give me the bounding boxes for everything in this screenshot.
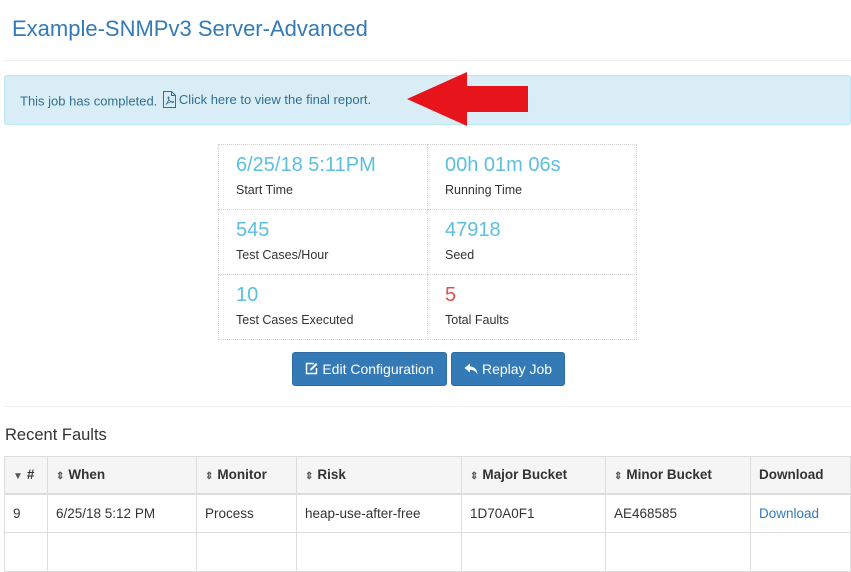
stat-value: 00h 01m 06s	[445, 154, 561, 176]
sort-icon: ⇕	[56, 471, 65, 483]
table-header-row: ▼ # ⇕ When ⇕ Monitor ⇕ Risk ⇕ Major Bucket ⇕ M…	[4, 456, 851, 495]
column-label: Risk	[317, 467, 346, 483]
recent-faults-table: ▼ # ⇕ When ⇕ Monitor ⇕ Risk ⇕ Major Bucket ⇕ M…	[4, 456, 851, 572]
divider	[4, 60, 851, 61]
stat-start-time: 6/25/18 5:11PM Start Time	[218, 144, 428, 210]
cell-when: 6/25/18 5:12 PM	[47, 493, 197, 533]
cell-major-bucket	[461, 532, 606, 572]
column-header-risk[interactable]: ⇕ Risk	[296, 456, 462, 495]
stat-seed: 47918 Seed	[427, 209, 637, 275]
job-stats-grid: 6/25/18 5:11PM Start Time 00h 01m 06s Ru…	[218, 144, 637, 340]
stat-value: 10	[236, 284, 259, 306]
reply-icon	[464, 354, 478, 386]
alert-message: This job has completed.	[20, 93, 158, 109]
replay-job-button[interactable]: Replay Job	[451, 352, 565, 386]
stat-value: 6/25/18 5:11PM	[236, 154, 376, 176]
download-link[interactable]: Download	[759, 506, 819, 521]
sort-icon: ⇕	[470, 471, 479, 483]
cell-risk: heap-use-after-free	[296, 493, 462, 533]
column-label: Major Bucket	[482, 467, 568, 483]
stat-value: 545	[236, 219, 270, 241]
cell-monitor	[196, 532, 297, 572]
table-row[interactable]: 9 6/25/18 5:12 PM Process heap-use-after…	[4, 493, 851, 533]
stat-value: 5	[445, 284, 457, 306]
column-label: Monitor	[217, 467, 267, 483]
stat-value: 47918	[445, 219, 501, 241]
cell-minor-bucket	[605, 532, 751, 572]
stat-test-cases-executed: 10 Test Cases Executed	[218, 274, 428, 340]
final-report-link-text: Click here to view the final report.	[178, 92, 372, 108]
stat-label: Test Cases/Hour	[236, 248, 329, 262]
page-title: Example-SNMPv3 Server-Advanced	[12, 16, 368, 41]
stat-label: Test Cases Executed	[236, 313, 354, 327]
stat-label: Seed	[445, 248, 475, 262]
stat-label: Running Time	[445, 183, 523, 197]
sort-desc-icon: ▼	[13, 471, 23, 483]
column-label: Minor Bucket	[626, 467, 712, 483]
sort-icon: ⇕	[305, 471, 314, 483]
sort-icon: ⇕	[614, 471, 623, 483]
stat-label: Total Faults	[445, 313, 509, 327]
edit-configuration-label: Edit Configuration	[322, 361, 434, 377]
replay-job-label: Replay Job	[482, 361, 553, 377]
column-header-monitor[interactable]: ⇕ Monitor	[196, 456, 297, 495]
edit-configuration-button[interactable]: Edit Configuration	[292, 352, 447, 386]
sort-icon: ⇕	[205, 471, 214, 483]
stat-total-faults: 5 Total Faults	[427, 274, 637, 340]
cell-when	[47, 532, 197, 572]
cell-risk	[296, 532, 462, 572]
final-report-link[interactable]: Click here to view the final report.	[161, 91, 372, 108]
cell-number	[4, 532, 48, 572]
column-header-minor-bucket[interactable]: ⇕ Minor Bucket	[605, 456, 751, 495]
edit-icon	[305, 354, 318, 386]
cell-major-bucket: 1D70A0F1	[461, 493, 606, 533]
cell-monitor: Process	[196, 493, 297, 533]
column-header-download: Download	[750, 456, 851, 495]
column-header-number[interactable]: ▼ #	[4, 456, 48, 495]
column-header-when[interactable]: ⇕ When	[47, 456, 197, 495]
divider	[4, 406, 851, 407]
cell-minor-bucket: AE468585	[605, 493, 751, 533]
cell-download: Download	[750, 493, 851, 533]
column-header-major-bucket[interactable]: ⇕ Major Bucket	[461, 456, 606, 495]
stat-label: Start Time	[236, 183, 293, 197]
stat-running-time: 00h 01m 06s Running Time	[427, 144, 637, 210]
stat-test-cases-per-hour: 545 Test Cases/Hour	[218, 209, 428, 275]
cell-number: 9	[4, 493, 48, 533]
table-row[interactable]	[4, 532, 851, 572]
cell-download	[750, 532, 851, 572]
red-arrow-annotation	[407, 72, 528, 126]
column-label: #	[26, 467, 35, 483]
file-pdf-icon	[162, 91, 177, 111]
column-label: When	[68, 467, 106, 483]
recent-faults-title: Recent Faults	[5, 426, 107, 444]
